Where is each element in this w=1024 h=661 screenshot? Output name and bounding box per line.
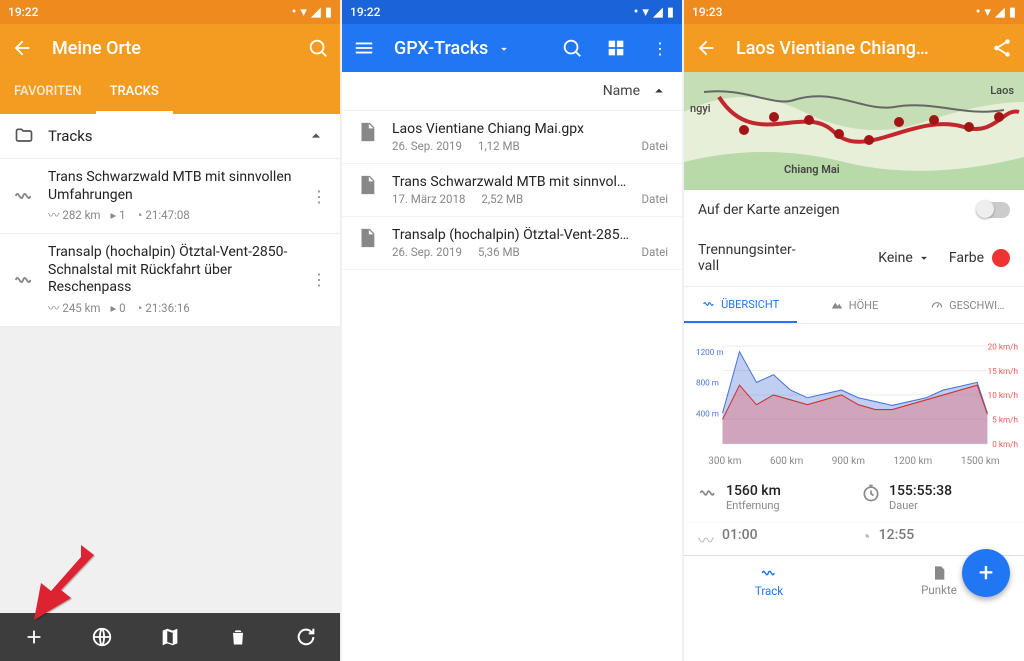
more-button[interactable]: ⋮ [310, 244, 328, 316]
status-time: 19:23 [692, 5, 722, 19]
file-item[interactable]: Transalp (hochalpin) Ötztal-Vent-285… 26… [342, 217, 682, 270]
status-time: 19:22 [8, 5, 38, 19]
chart-overview[interactable]: 0 km/h 5 km/h 10 km/h 15 km/h 20 km/h 400 m 80… [684, 324, 1024, 454]
subtab-speed[interactable]: GESCHWI… [911, 287, 1024, 323]
screen-track-detail: 19:23 •▾◢▮ Laos Vientiane Chiang… ngyi C… [684, 0, 1024, 661]
back-button[interactable] [692, 34, 720, 62]
show-on-map-label: Auf der Karte anzeigen [698, 202, 976, 218]
status-icons: •▾◢▮ [292, 6, 332, 19]
chevron-down-icon [917, 251, 931, 265]
folder-icon [14, 126, 34, 146]
search-button[interactable] [558, 34, 586, 62]
page-title: Meine Orte [52, 38, 288, 59]
add-button[interactable] [22, 625, 46, 649]
toggle-show-on-map[interactable] [976, 202, 1010, 218]
chevron-up-icon [306, 126, 326, 146]
file-icon [356, 121, 378, 153]
menu-button[interactable] [350, 34, 378, 62]
track-item[interactable]: Transalp (hochalpin) Ötztal-Vent-2850-Sc… [0, 234, 340, 327]
folder-header[interactable]: Tracks [0, 114, 340, 159]
color-picker[interactable] [992, 249, 1010, 267]
track-icon [12, 169, 36, 223]
status-icons: •▾◢▮ [976, 6, 1016, 19]
map-label: Laos [990, 84, 1014, 97]
stat-duration: 155:55:38Dauer [861, 483, 1010, 512]
split-interval-label: Trennungsinter- vall [698, 242, 878, 274]
sort-row[interactable]: Name [342, 72, 682, 111]
stats-row-2: 〰01:00 ◔12:55 [684, 522, 1024, 555]
map-label: Chiang Mai [784, 163, 840, 176]
statusbar: 19:23 •▾◢▮ [684, 0, 1024, 24]
row-split-color: Trennungsinter- vall Keine Farbe [684, 230, 1024, 286]
screen-my-places: 19:22 •▾◢▮ Meine Orte FAVORITEN TRACKS T… [0, 0, 340, 661]
tab-tracks[interactable]: TRACKS [96, 72, 173, 114]
track-title: Trans Schwarzwald MTB mit sinnvollen Umf… [48, 169, 298, 204]
svg-text:1200 m: 1200 m [696, 348, 723, 358]
svg-text:15 km/h: 15 km/h [988, 367, 1019, 377]
fab-add[interactable]: + [962, 549, 1010, 597]
stats-row: 1560 kmEntfernung 155:55:38Dauer [684, 473, 1024, 522]
svg-text:400 m: 400 m [696, 409, 719, 419]
more-button[interactable]: ⋮ [310, 169, 328, 223]
header: GPX-Tracks ⋮ [342, 24, 682, 72]
sort-label: Name [603, 83, 640, 99]
map-preview[interactable]: ngyi Chiang Mai Laos [684, 72, 1024, 190]
screen-file-browser: 19:22 •▾◢▮ GPX-Tracks ⋮ Name Laos Vienti… [342, 0, 682, 661]
svg-text:5 km/h: 5 km/h [992, 416, 1018, 426]
tab-favorites[interactable]: FAVORITEN [0, 72, 96, 114]
subtabs: ÜBERSICHT HÖHE GESCHWI… [684, 287, 1024, 324]
content-area: Tracks Trans Schwarzwald MTB mit sinnvol… [0, 114, 340, 613]
stat-distance: 1560 kmEntfernung [698, 483, 847, 512]
search-button[interactable] [304, 34, 332, 62]
file-icon [356, 227, 378, 259]
back-button[interactable] [8, 34, 36, 62]
track-meta: 〰 282 km ▸ 1 ◔ 21:47:08 [48, 207, 298, 223]
subtab-height[interactable]: HÖHE [797, 287, 910, 323]
chevron-down-icon[interactable] [497, 42, 511, 56]
refresh-button[interactable] [294, 625, 318, 649]
file-item[interactable]: Laos Vientiane Chiang Mai.gpx 26. Sep. 2… [342, 111, 682, 164]
page-title: Laos Vientiane Chiang… [736, 38, 972, 59]
bottomnav-track[interactable]: Track [684, 556, 854, 605]
content-area: Name Laos Vientiane Chiang Mai.gpx 26. S… [342, 72, 682, 661]
statusbar: 19:22 •▾◢▮ [342, 0, 682, 24]
file-name: Transalp (hochalpin) Ötztal-Vent-285… [392, 227, 632, 243]
globe-button[interactable] [90, 625, 114, 649]
status-time: 19:22 [350, 5, 380, 19]
svg-text:800 m: 800 m [696, 379, 719, 389]
share-button[interactable] [988, 34, 1016, 62]
svg-text:10 km/h: 10 km/h [988, 391, 1019, 401]
header: Laos Vientiane Chiang… [684, 24, 1024, 72]
sort-direction-icon[interactable] [650, 82, 668, 100]
folder-name: Tracks [48, 127, 292, 145]
bottom-toolbar [0, 613, 340, 661]
svg-text:20 km/h: 20 km/h [988, 342, 1019, 352]
tabs: FAVORITEN TRACKS [0, 72, 340, 114]
file-item[interactable]: Trans Schwarzwald MTB mit sinnvol… 17. M… [342, 164, 682, 217]
delete-button[interactable] [226, 625, 250, 649]
map-button[interactable] [158, 625, 182, 649]
file-name: Trans Schwarzwald MTB mit sinnvol… [392, 174, 632, 190]
page-title: GPX-Tracks [394, 38, 542, 59]
track-meta: 〰 245 km ▸ 0 ◔ 21:36:16 [48, 300, 298, 316]
file-name: Laos Vientiane Chiang Mai.gpx [392, 121, 632, 137]
color-label: Farbe [949, 250, 984, 266]
track-title: Transalp (hochalpin) Ötztal-Vent-2850-Sc… [48, 244, 298, 297]
row-show-on-map[interactable]: Auf der Karte anzeigen [684, 190, 1024, 230]
overflow-button[interactable]: ⋮ [646, 34, 674, 62]
status-icons: •▾◢▮ [634, 6, 674, 19]
file-icon [356, 174, 378, 206]
chart-x-axis: 300 km 600 km 900 km 1200 km 1500 km [684, 454, 1024, 473]
track-item[interactable]: Trans Schwarzwald MTB mit sinnvollen Umf… [0, 159, 340, 234]
grid-view-button[interactable] [602, 34, 630, 62]
track-icon [12, 244, 36, 316]
split-dropdown[interactable]: Keine [878, 250, 931, 266]
statusbar: 19:22 •▾◢▮ [0, 0, 340, 24]
map-label: ngyi [690, 102, 711, 115]
svg-text:0 km/h: 0 km/h [992, 440, 1018, 448]
header: Meine Orte [0, 24, 340, 72]
subtab-overview[interactable]: ÜBERSICHT [684, 287, 797, 323]
